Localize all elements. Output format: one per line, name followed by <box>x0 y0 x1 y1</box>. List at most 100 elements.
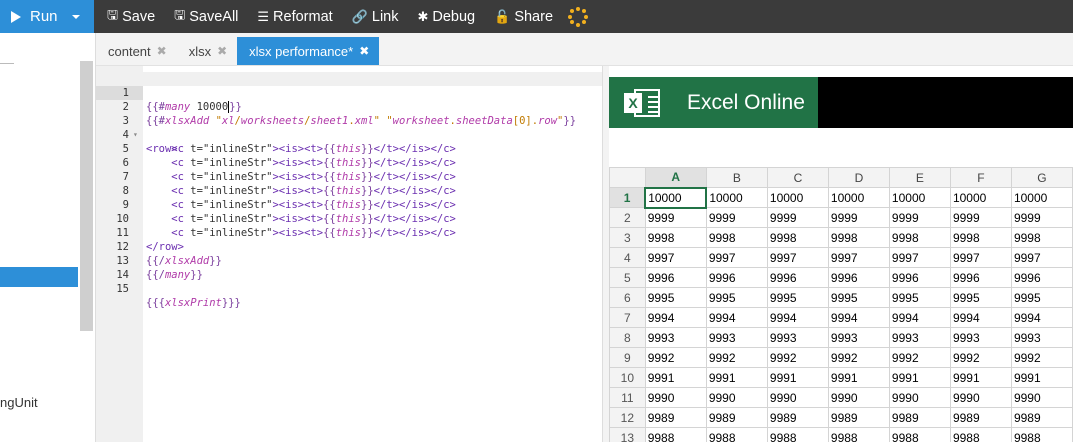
grid-cell[interactable]: 9995 <box>888 287 951 308</box>
code-line[interactable]: 4 <c t="inlineStr"><is><t>{{this}}</t></… <box>96 114 602 155</box>
grid-cell[interactable]: 9990 <box>766 387 829 408</box>
code-line[interactable]: 11 </row> <box>96 212 602 253</box>
grid-cell[interactable]: 9990 <box>888 387 951 408</box>
grid-cell[interactable]: 9997 <box>949 247 1012 268</box>
row-header[interactable]: 10 <box>609 367 646 388</box>
grid-cell[interactable]: 9992 <box>1010 347 1073 368</box>
sidebar-selected-item[interactable] <box>0 267 78 287</box>
grid-cell[interactable]: 9995 <box>705 287 768 308</box>
grid-cell[interactable]: 9989 <box>949 407 1012 428</box>
grid-cell[interactable]: 9992 <box>644 347 707 368</box>
grid-cell[interactable]: 9988 <box>949 427 1012 442</box>
grid-cell[interactable]: 9994 <box>888 307 951 328</box>
grid-cell[interactable]: 9992 <box>705 347 768 368</box>
grid-cell[interactable]: 9988 <box>705 427 768 442</box>
grid-cell[interactable]: 9991 <box>888 367 951 388</box>
run-button[interactable]: Run <box>0 0 94 33</box>
grid-cell[interactable]: 9998 <box>827 227 890 248</box>
sidebar-scrollbar[interactable] <box>80 61 93 331</box>
grid-cell[interactable]: 9993 <box>705 327 768 348</box>
code-line[interactable]: 8 <c t="inlineStr"><is><t>{{this}}</t></… <box>96 170 602 211</box>
grid-cell[interactable]: 9991 <box>705 367 768 388</box>
grid-cell[interactable]: 9995 <box>1010 287 1073 308</box>
grid-cell[interactable]: 9993 <box>888 327 951 348</box>
close-icon[interactable]: ✖ <box>359 44 369 58</box>
grid-cell[interactable]: 9989 <box>888 407 951 428</box>
grid-cell[interactable]: 9993 <box>766 327 829 348</box>
column-header[interactable]: D <box>827 167 890 188</box>
code-line[interactable]: 3 ▾ <row> <box>96 100 602 155</box>
grid-cell[interactable]: 9988 <box>766 427 829 442</box>
grid-cell[interactable]: 9993 <box>949 327 1012 348</box>
grid-cell[interactable]: 9990 <box>705 387 768 408</box>
code-line[interactable]: 5 <c t="inlineStr"><is><t>{{this}}</t></… <box>96 128 602 169</box>
column-header[interactable]: B <box>705 167 768 188</box>
grid-cell[interactable]: 9997 <box>766 247 829 268</box>
grid-cell[interactable]: 9999 <box>644 207 707 228</box>
grid-cell[interactable]: 9994 <box>1010 307 1073 328</box>
grid-cell[interactable]: 9992 <box>888 347 951 368</box>
grid-cell[interactable]: 9997 <box>644 247 707 268</box>
grid-cell[interactable]: 9996 <box>827 267 890 288</box>
grid-cell[interactable]: 9991 <box>827 367 890 388</box>
grid-cell[interactable]: 9999 <box>1010 207 1073 228</box>
grid-cell[interactable]: 9993 <box>644 327 707 348</box>
debug-button[interactable]: ✱ Debug <box>411 0 481 33</box>
grid-cell[interactable]: 9996 <box>705 267 768 288</box>
save-button[interactable]: 🖫 Save <box>101 0 161 33</box>
grid-cell[interactable]: 9990 <box>827 387 890 408</box>
grid-cell[interactable]: 10000 <box>644 186 708 209</box>
column-header[interactable]: F <box>949 167 1012 188</box>
grid-cell[interactable]: 9991 <box>644 367 707 388</box>
row-header[interactable]: 11 <box>609 387 646 408</box>
grid-cell[interactable]: 9996 <box>644 267 707 288</box>
code-line[interactable]: 10 <c t="inlineStr"><is><t>{{this}}</t><… <box>96 198 602 239</box>
tab-xlsx[interactable]: xlsx ✖ <box>177 37 237 65</box>
grid-cell[interactable]: 9996 <box>766 267 829 288</box>
code-line[interactable]: 14 <box>96 254 602 281</box>
grid-cell[interactable]: 9991 <box>766 367 829 388</box>
grid-cell[interactable]: 9999 <box>888 207 951 228</box>
grid-cell[interactable]: 9992 <box>827 347 890 368</box>
grid-cell[interactable]: 9994 <box>705 307 768 328</box>
grid-cell[interactable]: 10000 <box>827 187 890 208</box>
grid-cell[interactable]: 9989 <box>827 407 890 428</box>
grid-cell[interactable]: 9989 <box>766 407 829 428</box>
row-header[interactable]: 3 <box>609 227 646 248</box>
row-header[interactable]: 8 <box>609 327 646 348</box>
grid-cell[interactable]: 9996 <box>1010 267 1073 288</box>
code-line[interactable]: 1 {{#many 10000}} <box>96 72 602 113</box>
grid-cell[interactable]: 9995 <box>644 287 707 308</box>
column-header[interactable]: C <box>766 167 829 188</box>
grid-cell[interactable]: 9990 <box>949 387 1012 408</box>
grid-cell[interactable]: 9999 <box>705 207 768 228</box>
grid-cell[interactable]: 9988 <box>1010 427 1073 442</box>
grid-cell[interactable]: 9998 <box>888 227 951 248</box>
grid-cell[interactable]: 10000 <box>888 187 951 208</box>
code-line[interactable]: 9 <c t="inlineStr"><is><t>{{this}}</t></… <box>96 184 602 225</box>
column-header[interactable]: E <box>888 167 951 188</box>
code-editor[interactable]: 1 {{#many 10000}} 2 {{#xlsxAdd "xl/works… <box>96 66 602 442</box>
grid-cell[interactable]: 9996 <box>949 267 1012 288</box>
spreadsheet-table[interactable]: ABCDEFG 1 10000 10000 10000 10000 10000 10000 1… <box>609 167 1073 442</box>
spreadsheet-grid[interactable]: ABCDEFG 1 10000 10000 10000 10000 10000 10000 1… <box>609 167 1073 442</box>
grid-cell[interactable]: 10000 <box>1010 187 1073 208</box>
grid-cell[interactable]: 9998 <box>766 227 829 248</box>
grid-cell[interactable]: 9994 <box>644 307 707 328</box>
grid-cell[interactable]: 9995 <box>766 287 829 308</box>
grid-cell[interactable]: 9989 <box>705 407 768 428</box>
grid-cell[interactable]: 9994 <box>949 307 1012 328</box>
grid-cell[interactable]: 9994 <box>827 307 890 328</box>
grid-cell[interactable]: 9998 <box>705 227 768 248</box>
tab-content[interactable]: content ✖ <box>96 37 177 65</box>
grid-cell[interactable]: 9997 <box>888 247 951 268</box>
chevron-down-icon[interactable] <box>71 14 80 19</box>
grid-cell[interactable]: 9994 <box>766 307 829 328</box>
code-line[interactable]: 15 {{{xlsxPrint}}} <box>96 268 602 309</box>
grid-cell[interactable]: 9991 <box>1010 367 1073 388</box>
row-header[interactable]: 13 <box>609 427 646 442</box>
tab-xlsx-performance[interactable]: xlsx performance* ✖ <box>237 37 380 65</box>
grid-cell[interactable]: 9998 <box>1010 227 1073 248</box>
grid-cell[interactable]: 9996 <box>888 267 951 288</box>
close-icon[interactable]: ✖ <box>157 44 167 58</box>
